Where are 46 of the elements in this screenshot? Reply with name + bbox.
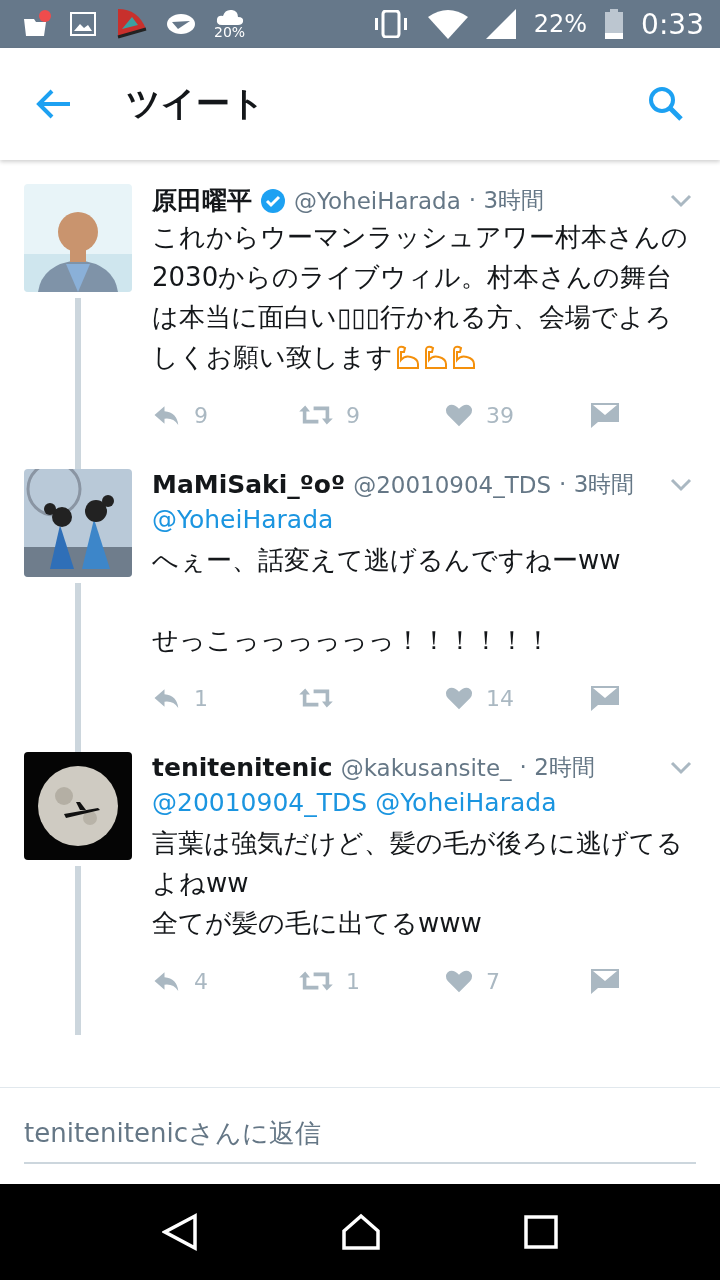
cloud-icon xyxy=(215,9,244,25)
tweet-text: これからウーマンラッシュアワー村本さんの2030からのライブウィル。村本さんの舞台は本当に面白い▯▯▯行かれる方、会場でよろしくお願い致します xyxy=(152,221,689,374)
tweet-time: · 3時間 xyxy=(559,470,636,499)
like-count: 7 xyxy=(486,968,500,994)
user-name[interactable]: tenitenitenic xyxy=(152,753,333,782)
user-name[interactable]: MaMiSaki_ºoº xyxy=(152,470,346,499)
like-count: 14 xyxy=(486,685,514,711)
envelope-icon[interactable] xyxy=(590,402,620,428)
flexed-arm-icon xyxy=(423,344,449,370)
chevron-down-icon[interactable] xyxy=(670,477,692,492)
chevron-down-icon[interactable] xyxy=(670,193,692,208)
image-icon xyxy=(70,12,96,36)
battery-icon xyxy=(605,9,624,39)
flexed-arm-icon xyxy=(451,344,477,370)
user-handle: @YoheiHarada xyxy=(294,187,461,214)
like-count: 39 xyxy=(486,402,514,428)
chevron-down-icon[interactable] xyxy=(670,760,692,775)
folder-notification-icon xyxy=(22,9,52,39)
user-handle: @20010904_TDS xyxy=(353,471,552,498)
reply-count: 9 xyxy=(194,402,208,428)
user-handle: @kakusansite_ xyxy=(340,754,512,781)
weather-percent: 20% xyxy=(214,25,246,39)
envelope-icon[interactable] xyxy=(590,968,620,994)
tweet-time: · 3時間 xyxy=(468,186,546,215)
tweet-time: · 2時間 xyxy=(519,753,596,782)
back-icon[interactable] xyxy=(161,1213,198,1251)
envelope-icon[interactable] xyxy=(590,685,620,711)
home-icon[interactable] xyxy=(341,1213,381,1251)
wifi-icon xyxy=(427,9,468,39)
mail-app-icon xyxy=(166,13,196,35)
tweet-text: 言葉は強気だけど、髪の毛が後ろに逃げてるよねww 全てが髪の毛に出てるwww xyxy=(152,827,684,940)
reply-count: 1 xyxy=(194,685,208,711)
retweet-count: 1 xyxy=(346,968,360,994)
reply-count: 4 xyxy=(194,968,208,994)
signal-icon xyxy=(485,9,516,39)
reply-field[interactable]: tenitenitenicさんに返信 xyxy=(24,1108,696,1164)
battery-percent: 22% xyxy=(533,10,588,38)
page-title: ツイート xyxy=(126,82,266,125)
flexed-arm-icon xyxy=(395,344,421,370)
tweet-text: へぇー、話変えて逃げるんですねーww せっこっっっっっっ！！！！！！ xyxy=(152,544,622,657)
retweet-count: 9 xyxy=(346,402,360,428)
search-icon[interactable] xyxy=(648,86,684,122)
recent-apps-icon[interactable] xyxy=(524,1215,559,1249)
clock-time: 0:33 xyxy=(641,7,704,41)
user-name[interactable]: 原田曜平 xyxy=(152,184,252,217)
back-arrow-icon[interactable] xyxy=(36,88,72,120)
